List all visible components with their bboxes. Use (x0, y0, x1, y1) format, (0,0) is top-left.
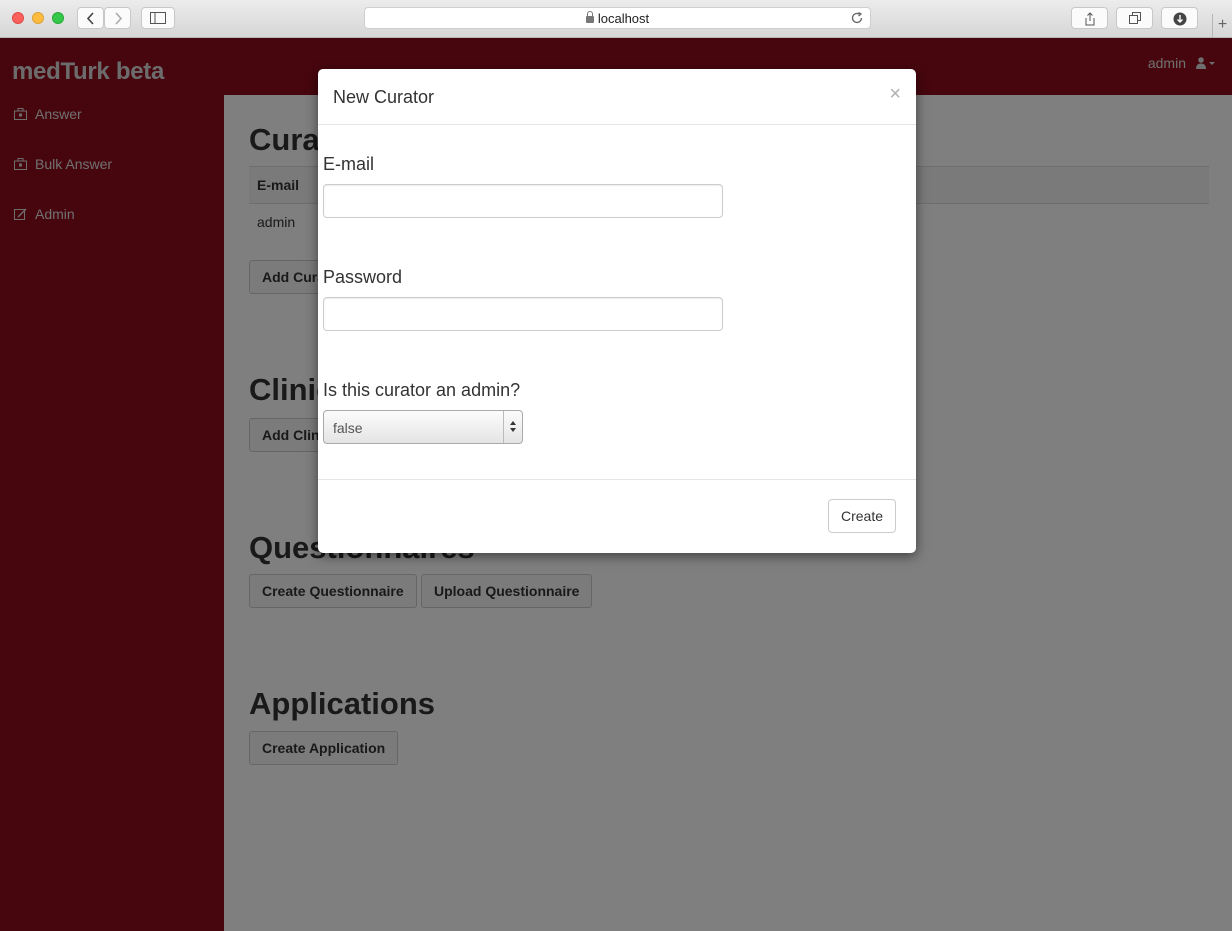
create-button[interactable]: Create (827, 499, 896, 533)
modal-header: New Curator × (318, 69, 916, 125)
chevron-right-icon (114, 12, 122, 25)
modal-title: New Curator (333, 87, 435, 107)
sidebar-toggle-button[interactable] (141, 7, 175, 29)
address-bar[interactable]: localhost (364, 7, 871, 29)
new-tab-button[interactable]: + (1212, 14, 1232, 38)
close-icon[interactable]: × (889, 83, 901, 106)
chevron-left-icon (86, 12, 94, 25)
tabs-icon (1128, 12, 1141, 24)
password-label: Password (323, 267, 403, 287)
share-icon (1085, 12, 1094, 26)
select-arrows-icon (503, 411, 522, 443)
new-curator-modal: New Curator × E-mail Password Is this cu… (318, 69, 916, 553)
lock-icon (585, 11, 594, 23)
back-button[interactable] (77, 7, 104, 29)
downloads-button[interactable] (1161, 7, 1198, 29)
url-text: localhost (597, 11, 650, 26)
sidebar-icon (150, 12, 166, 24)
modal-footer: Create (318, 479, 916, 553)
password-field[interactable] (323, 297, 723, 331)
email-field[interactable] (323, 184, 723, 218)
reload-icon[interactable] (850, 11, 864, 25)
window-maximize-button[interactable] (52, 12, 64, 24)
tabs-button[interactable] (1116, 7, 1153, 29)
forward-button[interactable] (104, 7, 131, 29)
browser-toolbar: localhost + (0, 0, 1232, 38)
email-label: E-mail (323, 154, 375, 174)
admin-label: Is this curator an admin? (323, 380, 521, 400)
window-minimize-button[interactable] (32, 12, 44, 24)
admin-select[interactable]: false (323, 410, 523, 444)
download-icon (1173, 12, 1186, 26)
admin-select-value: false (333, 420, 363, 436)
window-close-button[interactable] (12, 12, 24, 24)
share-button[interactable] (1071, 7, 1108, 29)
